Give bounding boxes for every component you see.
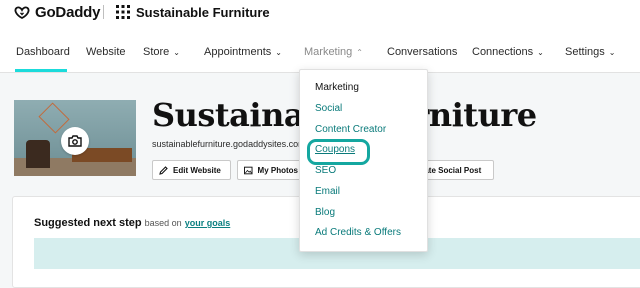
nav-store[interactable]: Store ⌄: [143, 46, 180, 58]
nav-appointments[interactable]: Appointments ⌄: [204, 46, 282, 58]
menu-item-blog[interactable]: Blog: [315, 207, 335, 218]
nav-dashboard[interactable]: Dashboard: [16, 46, 70, 58]
menu-item-content-creator[interactable]: Content Creator: [315, 124, 386, 135]
nav-settings-label: Settings: [565, 46, 605, 58]
suggested-heading: Suggested next step based on your goals: [34, 217, 230, 229]
camera-icon: [68, 135, 82, 147]
change-photo-button[interactable]: [61, 127, 89, 155]
menu-item-ad-credits[interactable]: Ad Credits & Offers: [315, 227, 401, 238]
menu-item-social[interactable]: Social: [315, 103, 342, 114]
nav-connections[interactable]: Connections ⌄: [472, 46, 544, 58]
menu-item-email[interactable]: Email: [315, 186, 340, 197]
my-photos-button[interactable]: My Photos: [237, 160, 305, 180]
chevron-down-icon: ⌄: [608, 48, 616, 57]
edit-website-label: Edit Website: [173, 165, 221, 175]
top-bar: GoDaddy Sustainable Furniture: [0, 0, 640, 28]
menu-item-seo[interactable]: SEO: [315, 165, 336, 176]
nav-website[interactable]: Website: [86, 46, 126, 58]
chevron-down-icon: ⌄: [275, 48, 282, 57]
nav-settings[interactable]: Settings ⌄: [565, 46, 615, 58]
edit-website-button[interactable]: Edit Website: [152, 160, 231, 180]
photo-icon: [244, 166, 253, 174]
nav-conversations-label: Conversations: [387, 46, 458, 58]
suggested-title: Suggested next step: [34, 217, 142, 229]
nav-active-indicator: [15, 69, 67, 72]
nav-marketing-label: Marketing: [304, 46, 353, 58]
site-name[interactable]: Sustainable Furniture: [136, 5, 270, 20]
suggested-sub: based on: [144, 218, 182, 228]
pencil-icon: [159, 165, 168, 175]
dropdown-heading[interactable]: Marketing: [315, 82, 359, 93]
divider: [103, 5, 104, 19]
nav-marketing[interactable]: Marketing ⌃: [304, 46, 363, 58]
site-url[interactable]: sustainablefurniture.godaddysites.com: [152, 139, 306, 149]
chevron-up-icon: ⌃: [356, 48, 363, 57]
nav-website-label: Website: [86, 46, 126, 58]
godaddy-logo[interactable]: GoDaddy: [12, 4, 100, 21]
nav-connections-label: Connections: [472, 46, 534, 58]
your-goals-link[interactable]: your goals: [185, 218, 231, 228]
chevron-down-icon: ⌄: [537, 48, 544, 57]
nav-appointments-label: Appointments: [204, 46, 272, 58]
highlight-ring: [307, 139, 370, 165]
chevron-down-icon: ⌄: [173, 48, 180, 57]
nav-dashboard-label: Dashboard: [16, 46, 70, 58]
my-photos-label: My Photos: [257, 165, 298, 175]
app-grid-icon[interactable]: [116, 5, 130, 19]
cover-chair: [26, 140, 50, 168]
brand-name: GoDaddy: [35, 4, 101, 21]
nav-conversations[interactable]: Conversations: [387, 46, 457, 58]
main-nav: Dashboard Website Store ⌄ Appointments ⌄ M…: [0, 28, 640, 73]
nav-store-label: Store: [143, 46, 170, 58]
godaddy-logo-icon: [14, 6, 30, 19]
